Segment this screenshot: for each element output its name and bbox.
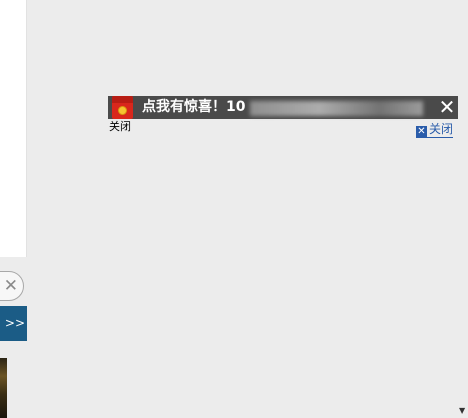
close-pill-button[interactable]: ✕ <box>0 271 24 301</box>
left-panel-divider <box>26 0 27 257</box>
thumbnail-image[interactable] <box>0 358 7 418</box>
close-text-link[interactable]: 关闭 <box>109 120 131 134</box>
banner-close-icon[interactable]: ✕ <box>436 96 458 119</box>
scroll-down-arrow-icon[interactable]: ▼ <box>459 406 465 415</box>
close-box-icon: ✕ <box>416 126 427 137</box>
promo-banner-text[interactable]: 点我有惊喜！10 <box>142 96 245 119</box>
close-link-label: 关闭 <box>429 122 454 136</box>
coin-icon <box>118 106 127 115</box>
red-envelope-icon <box>112 96 133 119</box>
more-button[interactable]: >> <box>0 306 27 341</box>
close-link[interactable]: ✕ 关闭 <box>416 122 454 138</box>
left-content-panel <box>0 0 27 257</box>
close-icon: ✕ <box>3 276 18 296</box>
blurred-text-region <box>250 101 423 116</box>
